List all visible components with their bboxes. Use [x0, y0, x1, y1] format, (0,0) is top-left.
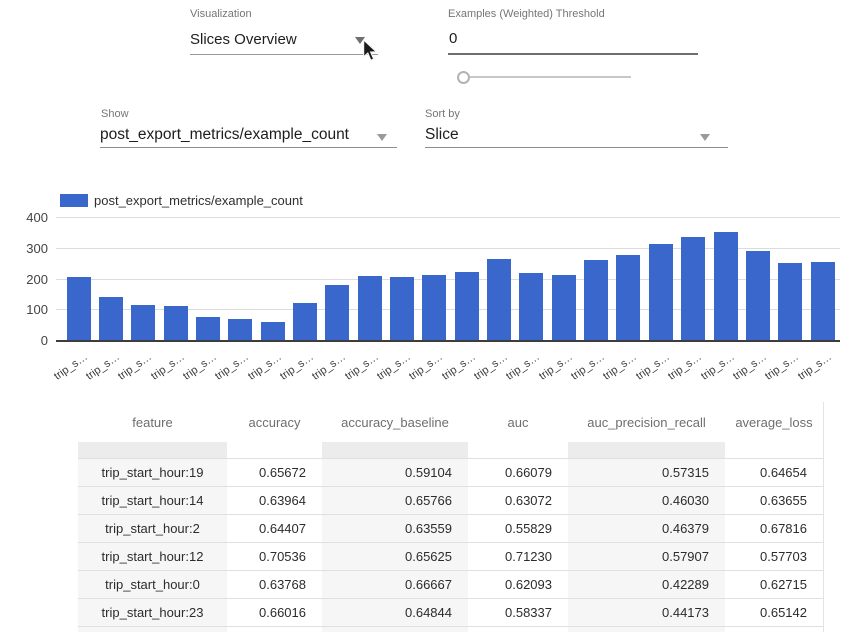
table-cell: 0.63768 — [227, 571, 322, 598]
table-cell: 0.66079 — [468, 459, 568, 486]
table-cell — [227, 627, 322, 632]
table-cell: 0.65766 — [322, 487, 468, 514]
x-axis-line — [56, 340, 840, 342]
table-cell: 0.63964 — [227, 487, 322, 514]
legend-swatch — [60, 194, 88, 207]
table-cell: 0.57315 — [568, 459, 725, 486]
table-cell: 0.66667 — [322, 571, 468, 598]
table-cell: 0.67816 — [725, 515, 823, 542]
table-cell: 0.64844 — [322, 599, 468, 626]
chart-bar[interactable] — [519, 273, 543, 340]
chart-bar[interactable] — [164, 306, 188, 340]
table-filter-cell[interactable] — [227, 442, 322, 458]
chart-bar[interactable] — [811, 262, 835, 340]
table-header-cell[interactable]: feature — [78, 402, 227, 442]
chart-bar[interactable] — [261, 322, 285, 340]
table-row[interactable]: trip_start_hour:140.639640.657660.630720… — [78, 486, 823, 514]
table-cell: trip_start_hour:0 — [78, 571, 227, 598]
bar-chart: post_export_metrics/example_count 0 100 20… — [0, 0, 863, 395]
y-axis-tick-label: 0 — [8, 333, 48, 348]
chart-bar[interactable] — [649, 244, 673, 340]
table-row[interactable]: trip_start_hour:120.705360.656250.712300… — [78, 542, 823, 570]
y-axis-tick-label: 400 — [8, 210, 48, 225]
table-cell: trip_start_hour:12 — [78, 543, 227, 570]
table-cell: 0.46030 — [568, 487, 725, 514]
table-cell — [322, 627, 468, 632]
table-cell: 0.63655 — [725, 487, 823, 514]
table-filter-row — [78, 442, 823, 458]
table-row[interactable]: trip_start_hour:00.637680.666670.620930.… — [78, 570, 823, 598]
chart-bar[interactable] — [358, 276, 382, 340]
table-row-partial — [78, 626, 823, 632]
chart-bar[interactable] — [681, 237, 705, 340]
y-axis-tick-label: 200 — [8, 272, 48, 287]
table-cell: 0.55829 — [468, 515, 568, 542]
table-row[interactable]: trip_start_hour:230.660160.648440.583370… — [78, 598, 823, 626]
table-cell — [725, 627, 823, 632]
table-cell: 0.64407 — [227, 515, 322, 542]
chart-bar[interactable] — [552, 275, 576, 340]
table-cell: trip_start_hour:19 — [78, 459, 227, 486]
y-axis-tick-label: 100 — [8, 302, 48, 317]
metrics-table: featureaccuracyaccuracy_baselineaucauc_p… — [78, 402, 824, 632]
table-filter-cell[interactable] — [568, 442, 725, 458]
table-header-row: featureaccuracyaccuracy_baselineaucauc_p… — [78, 402, 823, 442]
table-cell: 0.62093 — [468, 571, 568, 598]
chart-bar[interactable] — [390, 277, 414, 340]
table-cell: 0.62715 — [725, 571, 823, 598]
table-filter-cell[interactable] — [468, 442, 568, 458]
table-cell: 0.71230 — [468, 543, 568, 570]
table-cell — [468, 627, 568, 632]
chart-bar[interactable] — [67, 277, 91, 340]
table-cell: 0.65142 — [725, 599, 823, 626]
table-cell — [78, 627, 227, 632]
chart-bar[interactable] — [325, 285, 349, 340]
table-header-cell[interactable]: auc — [468, 402, 568, 442]
table-cell: 0.64654 — [725, 459, 823, 486]
table-filter-cell[interactable] — [322, 442, 468, 458]
chart-bar[interactable] — [616, 255, 640, 340]
chart-bar[interactable] — [99, 297, 123, 340]
table-header-cell[interactable]: accuracy — [227, 402, 322, 442]
chart-bar[interactable] — [487, 259, 511, 340]
table-cell: trip_start_hour:14 — [78, 487, 227, 514]
table-cell: 0.58337 — [468, 599, 568, 626]
table-row[interactable]: trip_start_hour:190.656720.591040.660790… — [78, 458, 823, 486]
table-filter-cell[interactable] — [78, 442, 227, 458]
table-cell: 0.59104 — [322, 459, 468, 486]
table-cell: 0.65672 — [227, 459, 322, 486]
table-cell — [568, 627, 725, 632]
table-cell: 0.42289 — [568, 571, 725, 598]
table-header-cell[interactable]: average_loss — [725, 402, 823, 442]
table-cell: 0.66016 — [227, 599, 322, 626]
chart-bar[interactable] — [293, 303, 317, 340]
table-cell: 0.70536 — [227, 543, 322, 570]
chart-bar[interactable] — [228, 319, 252, 340]
table-filter-cell[interactable] — [725, 442, 823, 458]
table-header-cell[interactable]: accuracy_baseline — [322, 402, 468, 442]
chart-bar[interactable] — [131, 305, 155, 340]
chart-bar[interactable] — [778, 263, 802, 340]
gridline — [56, 217, 840, 218]
chart-bar[interactable] — [746, 251, 770, 340]
table-cell: 0.44173 — [568, 599, 725, 626]
table-cell: 0.63072 — [468, 487, 568, 514]
chart-bar[interactable] — [714, 232, 738, 340]
table-cell: 0.63559 — [322, 515, 468, 542]
legend-label: post_export_metrics/example_count — [94, 193, 303, 208]
table-cell: trip_start_hour:23 — [78, 599, 227, 626]
chart-bar[interactable] — [422, 275, 446, 340]
table-cell: 0.46379 — [568, 515, 725, 542]
y-axis-tick-label: 300 — [8, 241, 48, 256]
table-cell: 0.57703 — [725, 543, 823, 570]
table-row[interactable]: trip_start_hour:20.644070.635590.558290.… — [78, 514, 823, 542]
table-cell: 0.65625 — [322, 543, 468, 570]
table-cell: trip_start_hour:2 — [78, 515, 227, 542]
table-cell: 0.57907 — [568, 543, 725, 570]
chart-bar[interactable] — [455, 272, 479, 340]
chart-bar[interactable] — [584, 260, 608, 340]
chart-bar[interactable] — [196, 317, 220, 340]
table-header-cell[interactable]: auc_precision_recall — [568, 402, 725, 442]
